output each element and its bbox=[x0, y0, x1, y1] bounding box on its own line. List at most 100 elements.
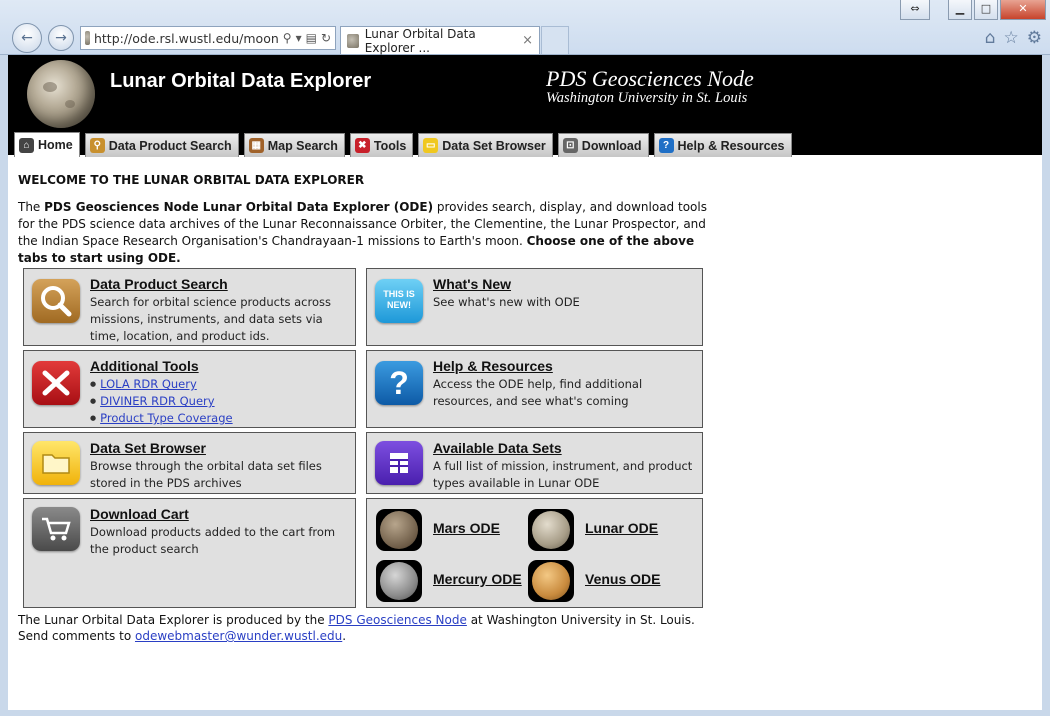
pds-geosciences-link[interactable]: PDS Geosciences Node bbox=[328, 613, 466, 627]
main-tabs: ⌂ Home ⚲ Data Product Search ▦ Map Searc… bbox=[14, 131, 792, 157]
data-set-browser-desc: Browse through the orbital data set file… bbox=[90, 459, 322, 490]
refresh-icon[interactable]: ↻ bbox=[321, 31, 331, 45]
page-viewport: Lunar Orbital Data Explorer PDS Geoscien… bbox=[8, 55, 1042, 710]
lola-rdr-query-link[interactable]: LOLA RDR Query bbox=[100, 377, 197, 391]
tools-link-list: LOLA RDR Query DIVINER RDR Query Product… bbox=[90, 376, 233, 427]
tab-label: Home bbox=[38, 138, 73, 152]
forward-button[interactable]: → bbox=[48, 25, 74, 51]
download-cart-box[interactable]: Download Cart Download products added to… bbox=[23, 498, 356, 608]
mercury-ode-link[interactable]: Mercury ODE bbox=[433, 571, 522, 587]
magnifier-icon bbox=[32, 279, 80, 323]
webmaster-email-link[interactable]: odewebmaster@wunder.wustl.edu bbox=[135, 629, 342, 643]
url-text: http://ode.rsl.wustl.edu/moon bbox=[93, 30, 279, 46]
tab-download[interactable]: ⊡ Download bbox=[557, 133, 649, 157]
data-product-search-desc: Search for orbital science products acro… bbox=[90, 295, 331, 343]
tab-data-product-search[interactable]: ⚲ Data Product Search bbox=[84, 133, 239, 157]
compat-icon[interactable]: ▤ bbox=[306, 31, 317, 45]
favorites-star-icon[interactable]: ☆ bbox=[1004, 28, 1019, 48]
browser-tab-active[interactable]: Lunar Orbital Data Explorer ... × bbox=[340, 26, 540, 55]
footer-text: The Lunar Orbital Data Explorer is produ… bbox=[18, 613, 329, 627]
page-footer: The Lunar Orbital Data Explorer is produ… bbox=[18, 612, 695, 644]
new-tab-button[interactable] bbox=[541, 26, 569, 54]
download-cart-desc: Download products added to the cart from… bbox=[90, 525, 336, 556]
help-resources-title[interactable]: Help & Resources bbox=[433, 358, 553, 374]
whats-new-title[interactable]: What's New bbox=[433, 276, 511, 292]
window-controls: ▁ □ ✕ bbox=[948, 0, 1046, 20]
footer-line-2: Send comments to odewebmaster@wunder.wus… bbox=[18, 628, 695, 644]
tab-title: Lunar Orbital Data Explorer ... bbox=[364, 26, 476, 55]
available-data-sets-box[interactable]: Available Data Sets A full list of missi… bbox=[366, 432, 703, 494]
footer-text: at Washington University in St. Louis. bbox=[466, 613, 695, 627]
list-item: LOLA RDR Query bbox=[90, 376, 233, 393]
whats-new-box[interactable]: THIS IS NEW! What's New See what's new w… bbox=[366, 268, 703, 346]
list-item: Product Type Coverage bbox=[90, 410, 233, 427]
tab-home[interactable]: ⌂ Home bbox=[14, 132, 80, 157]
intro-paragraph: The PDS Geosciences Node Lunar Orbital D… bbox=[18, 199, 718, 267]
address-bar[interactable]: http://ode.rsl.wustl.edu/moon ⚲ ▾ ▤ ↻ bbox=[80, 26, 336, 50]
tab-label: Map Search bbox=[267, 138, 338, 153]
whats-new-desc: See what's new with ODE bbox=[433, 295, 580, 309]
help-resources-box[interactable]: ? Help & Resources Access the ODE help, … bbox=[366, 350, 703, 428]
footer-line-1: The Lunar Orbital Data Explorer is produ… bbox=[18, 612, 695, 628]
lunar-planet-icon[interactable] bbox=[528, 509, 574, 551]
mars-ode-link[interactable]: Mars ODE bbox=[433, 520, 500, 536]
new-badge-icon: THIS IS NEW! bbox=[375, 279, 423, 323]
home-icon: ⌂ bbox=[19, 137, 34, 153]
home-icon[interactable]: ⌂ bbox=[985, 28, 996, 48]
site-favicon-icon bbox=[85, 31, 90, 45]
minimize-button[interactable]: ▁ bbox=[948, 0, 972, 20]
back-button[interactable]: ← bbox=[12, 23, 42, 53]
tab-label: Help & Resources bbox=[677, 138, 785, 153]
data-set-browser-title[interactable]: Data Set Browser bbox=[90, 440, 206, 456]
table-icon bbox=[375, 441, 423, 485]
cart-icon bbox=[32, 507, 80, 551]
mars-planet-icon[interactable] bbox=[376, 509, 422, 551]
tools-icon bbox=[32, 361, 80, 405]
question-icon: ? bbox=[375, 361, 423, 405]
available-data-sets-desc: A full list of mission, instrument, and … bbox=[433, 459, 693, 490]
tab-tools[interactable]: ✖ Tools bbox=[349, 133, 414, 157]
tab-label: Data Set Browser bbox=[442, 138, 546, 153]
available-data-sets-title[interactable]: Available Data Sets bbox=[433, 440, 562, 456]
additional-tools-box: Additional Tools LOLA RDR Query DIVINER … bbox=[23, 350, 356, 428]
data-set-browser-box[interactable]: Data Set Browser Browse through the orbi… bbox=[23, 432, 356, 494]
search-icon[interactable]: ⚲ bbox=[283, 31, 292, 45]
data-product-search-title[interactable]: Data Product Search bbox=[90, 276, 228, 292]
cart-icon: ⊡ bbox=[562, 138, 578, 153]
resize-button[interactable]: ⇔ bbox=[900, 0, 930, 20]
tab-map-search[interactable]: ▦ Map Search bbox=[243, 133, 345, 157]
settings-gear-icon[interactable]: ⚙ bbox=[1027, 28, 1042, 48]
node-title[interactable]: PDS Geosciences Node bbox=[546, 66, 754, 92]
download-cart-title[interactable]: Download Cart bbox=[90, 506, 189, 522]
intro-pre: The bbox=[18, 200, 45, 214]
folder-icon bbox=[32, 441, 80, 485]
additional-tools-title[interactable]: Additional Tools bbox=[90, 358, 199, 374]
tab-label: Tools bbox=[373, 138, 407, 153]
list-item: DIVINER RDR Query bbox=[90, 393, 233, 410]
mercury-planet-icon[interactable] bbox=[376, 560, 422, 602]
folder-icon: ▭ bbox=[423, 138, 439, 153]
data-product-search-box[interactable]: Data Product Search Search for orbital s… bbox=[23, 268, 356, 346]
ode-sites-box: Mars ODE Lunar ODE Mercury ODE Venus ODE bbox=[366, 498, 703, 608]
close-window-button[interactable]: ✕ bbox=[1000, 0, 1046, 20]
help-resources-desc: Access the ODE help, find additional res… bbox=[433, 377, 643, 408]
tab-favicon-icon bbox=[347, 33, 359, 48]
venus-planet-icon[interactable] bbox=[528, 560, 574, 602]
tab-data-set-browser[interactable]: ▭ Data Set Browser bbox=[418, 133, 553, 157]
moon-logo-icon bbox=[27, 60, 95, 128]
footer-text: . bbox=[342, 629, 347, 643]
node-subtitle[interactable]: Washington University in St. Louis bbox=[546, 90, 747, 107]
search-icon: ⚲ bbox=[89, 138, 105, 153]
diviner-rdr-query-link[interactable]: DIVINER RDR Query bbox=[100, 394, 214, 408]
help-icon: ? bbox=[658, 138, 674, 153]
main-content: WELCOME TO THE LUNAR ORBITAL DATA EXPLOR… bbox=[18, 173, 718, 270]
maximize-button[interactable]: □ bbox=[974, 0, 998, 20]
lunar-ode-link[interactable]: Lunar ODE bbox=[585, 520, 658, 536]
tab-close-icon[interactable]: × bbox=[522, 33, 533, 48]
map-icon: ▦ bbox=[248, 138, 264, 153]
tab-help-resources[interactable]: ? Help & Resources bbox=[653, 133, 792, 157]
venus-ode-link[interactable]: Venus ODE bbox=[585, 571, 660, 587]
site-title: Lunar Orbital Data Explorer bbox=[110, 70, 372, 92]
product-type-coverage-link[interactable]: Product Type Coverage bbox=[100, 411, 233, 425]
dropdown-icon[interactable]: ▾ bbox=[296, 31, 302, 45]
